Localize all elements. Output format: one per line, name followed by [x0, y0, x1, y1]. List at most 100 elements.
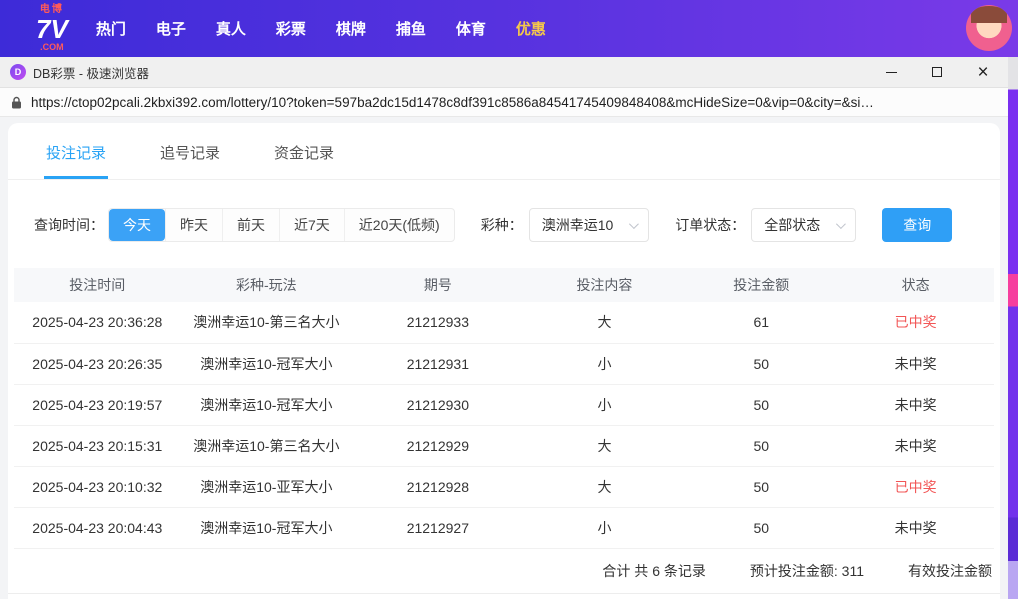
time-option[interactable]: 近7天: [279, 209, 344, 241]
browser-app-icon: D: [10, 64, 26, 80]
site-logo-text: 7V: [36, 14, 68, 44]
site-nav-item-sports[interactable]: 体育: [456, 18, 486, 39]
maximize-button[interactable]: [926, 62, 948, 82]
cell-play: 澳洲幸运10-冠军大小: [180, 384, 353, 426]
tab-fund-records[interactable]: 资金记录: [272, 123, 336, 179]
record-tabs: 投注记录 追号记录 资金记录: [8, 123, 1000, 180]
tab-chase-records[interactable]: 追号记录: [158, 123, 222, 179]
filter-bar: 查询时间： 今天 昨天 前天 近7天 近20天(低频) 彩种： 澳洲幸运10 订单状态：…: [34, 208, 1000, 242]
column-header: 投注内容: [523, 268, 686, 302]
site-nav-item-slots[interactable]: 电子: [156, 18, 186, 39]
summary-valid-amount: 有效投注金额: [908, 562, 992, 579]
table-row: 2025-04-23 20:15:31 澳洲幸运10-第三名大小 21212929 大…: [14, 425, 994, 467]
maximize-icon: [932, 67, 942, 77]
site-nav-menu: 热门 电子 真人 彩票 棋牌 捕鱼 体育 优惠: [96, 18, 546, 39]
cell-time: 2025-04-23 20:26:35: [14, 343, 181, 385]
cell-status: 未中奖: [837, 507, 994, 549]
cell-play: 澳洲幸运10-亚军大小: [180, 466, 353, 508]
table-row: 2025-04-23 20:19:57 澳洲幸运10-冠军大小 21212930 小 5…: [14, 384, 994, 426]
lottery-select-value: 澳洲幸运10: [541, 217, 614, 233]
site-nav-item-live[interactable]: 真人: [216, 18, 246, 39]
site-logo[interactable]: 电博 7V .COM: [36, 5, 68, 52]
screen: 电博 7V .COM 热门 电子 真人 彩票 棋牌 捕鱼 体育 优惠 D DB彩票 - 极速浏…: [0, 0, 1018, 599]
cell-issue: 21212930: [352, 384, 524, 426]
cell-amount: 50: [685, 507, 838, 549]
site-nav-item-lottery[interactable]: 彩票: [276, 18, 306, 39]
tab-bet-records[interactable]: 投注记录: [44, 123, 109, 179]
titlebar-left: D DB彩票 - 极速浏览器: [10, 63, 149, 82]
summary-expected-amount: 预计投注金额: 311: [749, 562, 864, 579]
time-option[interactable]: 近20天(低频): [343, 209, 454, 241]
browser-addressbar: https://ctop02pcali.2kbxi392.com/lottery…: [0, 88, 1008, 117]
cell-content: 小: [523, 507, 686, 549]
table-header-row: 投注时间 彩种-玩法 期号 投注内容 投注金额 状态: [14, 268, 994, 302]
site-nav-item-fishing[interactable]: 捕鱼: [396, 18, 426, 39]
status-select-value: 全部状态: [764, 217, 821, 233]
column-header: 投注时间: [14, 268, 181, 302]
records-card: 投注记录 追号记录 资金记录 查询时间： 今天 昨天 前天 近7天 近20天(低频) 彩种：…: [8, 123, 1000, 599]
cell-amount: 50: [685, 466, 838, 508]
cell-play: 澳洲幸运10-第三名大小: [180, 302, 353, 344]
cell-content: 小: [523, 384, 686, 426]
bet-records-table: 投注时间 彩种-玩法 期号 投注内容 投注金额 状态 2025-04-23 20:36:2…: [14, 268, 994, 549]
cell-time: 2025-04-23 20:10:32: [14, 466, 181, 508]
cell-amount: 50: [685, 384, 838, 426]
browser-content: 投注记录 追号记录 资金记录 查询时间： 今天 昨天 前天 近7天 近20天(低频) 彩种：…: [0, 117, 1008, 599]
site-nav-item-promo[interactable]: 优惠: [516, 18, 546, 39]
cell-time: 2025-04-23 20:15:31: [14, 425, 181, 467]
url-text[interactable]: https://ctop02pcali.2kbxi392.com/lottery…: [31, 95, 997, 110]
table-row: 2025-04-23 20:04:43 澳洲幸运10-冠军大小 21212927 小 5…: [14, 507, 994, 549]
table-summary: 合计 共 6 条记录 预计投注金额: 311 有效投注金额: [8, 549, 1000, 594]
table-row: 2025-04-23 20:10:32 澳洲幸运10-亚军大小 21212928 大 5…: [14, 466, 994, 508]
minimize-button[interactable]: [880, 62, 902, 82]
site-nav-item-cards[interactable]: 棋牌: [336, 18, 366, 39]
cell-content: 大: [523, 302, 686, 344]
window-controls: ×: [880, 62, 994, 82]
cell-amount: 50: [685, 343, 838, 385]
close-button[interactable]: ×: [972, 62, 994, 82]
cell-time: 2025-04-23 20:04:43: [14, 507, 181, 549]
cell-content: 大: [523, 466, 686, 508]
table-row: 2025-04-23 20:26:35 澳洲幸运10-冠军大小 21212931 小 5…: [14, 343, 994, 385]
cell-issue: 21212927: [352, 507, 524, 549]
site-nav-item-hot[interactable]: 热门: [96, 18, 126, 39]
cell-play: 澳洲幸运10-冠军大小: [180, 507, 353, 549]
lottery-select[interactable]: 澳洲幸运10: [528, 208, 650, 242]
cell-status: 未中奖: [837, 425, 994, 467]
column-header: 状态: [837, 268, 994, 302]
cell-issue: 21212928: [352, 466, 524, 508]
lottery-filter-label: 彩种：: [480, 217, 523, 233]
cell-content: 小: [523, 343, 686, 385]
time-option[interactable]: 前天: [222, 209, 279, 241]
chevron-down-icon: [836, 218, 847, 229]
cell-status: 已中奖: [837, 466, 994, 508]
cell-status: 未中奖: [837, 384, 994, 426]
cell-time: 2025-04-23 20:19:57: [14, 384, 181, 426]
column-header: 投注金额: [685, 268, 838, 302]
cell-issue: 21212929: [352, 425, 524, 467]
cell-issue: 21212933: [352, 302, 524, 344]
cell-amount: 50: [685, 425, 838, 467]
time-option-group: 今天 昨天 前天 近7天 近20天(低频): [108, 208, 455, 242]
status-select[interactable]: 全部状态: [751, 208, 857, 242]
background-page-strip: [1008, 57, 1018, 599]
query-button[interactable]: 查询: [882, 208, 953, 242]
table-row: 2025-04-23 20:36:28 澳洲幸运10-第三名大小 21212933 大…: [14, 302, 994, 344]
status-filter-label: 订单状态：: [675, 217, 746, 233]
time-filter-label: 查询时间：: [34, 217, 104, 233]
site-logo-domain: .COM: [40, 42, 64, 52]
cell-play: 澳洲幸运10-冠军大小: [180, 343, 353, 385]
window-title: DB彩票 - 极速浏览器: [33, 66, 149, 81]
cell-content: 大: [523, 425, 686, 467]
time-option[interactable]: 今天: [109, 209, 165, 241]
cell-issue: 21212931: [352, 343, 524, 385]
cell-status: 已中奖: [837, 302, 994, 344]
column-header: 期号: [352, 268, 524, 302]
lock-icon: [12, 96, 21, 108]
site-top-nav: 电博 7V .COM 热门 电子 真人 彩票 棋牌 捕鱼 体育 优惠: [0, 0, 1018, 57]
table-header: 投注时间 彩种-玩法 期号 投注内容 投注金额 状态: [14, 268, 994, 302]
user-avatar[interactable]: [966, 5, 1012, 51]
cell-play: 澳洲幸运10-第三名大小: [180, 425, 353, 467]
cell-status: 未中奖: [837, 343, 994, 385]
time-option[interactable]: 昨天: [165, 209, 222, 241]
